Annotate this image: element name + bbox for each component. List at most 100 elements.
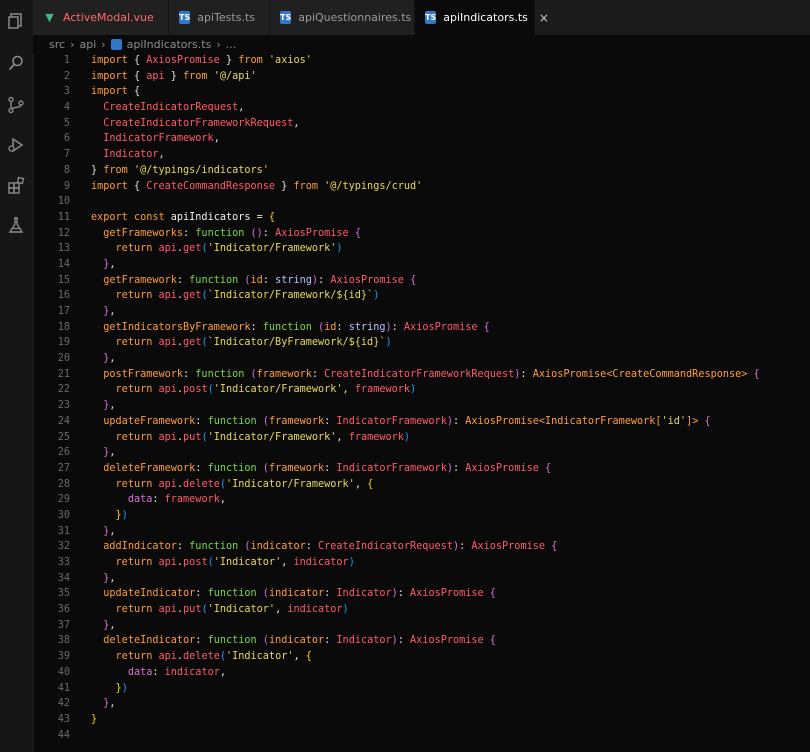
code-line[interactable]: 37 }, xyxy=(33,618,810,634)
code-token: , xyxy=(219,494,226,506)
code-token: get xyxy=(183,337,202,349)
code-line[interactable]: 14 }, xyxy=(33,257,810,273)
code-line[interactable]: 28 return api.delete('Indicator/Framewor… xyxy=(33,477,810,493)
run-debug-icon[interactable] xyxy=(5,134,27,156)
code-line[interactable]: 39 return api.delete('Indicator', { xyxy=(33,649,810,665)
code-token: '@/typings/indicators' xyxy=(133,164,269,176)
code-line[interactable]: 13 return api.get('Indicator/Framework') xyxy=(33,241,810,257)
files-icon[interactable] xyxy=(5,10,27,32)
code-line[interactable]: 8} from '@/typings/indicators' xyxy=(33,163,810,179)
line-number: 42 xyxy=(57,698,70,710)
code-token: ) xyxy=(348,557,355,568)
breadcrumb-item-symbols[interactable]: ... xyxy=(226,38,237,51)
code-line[interactable]: 40 data: indicator, xyxy=(33,665,810,681)
code-line[interactable]: 7 Indicator, xyxy=(33,147,810,163)
source-control-icon[interactable] xyxy=(5,94,27,116)
code-editor[interactable]: 1 import { AxiosPromise } from 'axios' 2 im… xyxy=(33,53,810,752)
code-token: AxiosPromise xyxy=(146,55,220,66)
code-token: ]> xyxy=(686,415,699,427)
code-line[interactable]: 16 return api.get(`Indicator/Framework/$… xyxy=(33,288,810,304)
code-token: id xyxy=(324,321,337,333)
code-line[interactable]: 1 import { AxiosPromise } from 'axios' xyxy=(33,53,810,69)
tab-apiindicators-ts[interactable]: TS apiIndicators.ts × xyxy=(415,0,549,35)
code-text: }, xyxy=(70,304,115,320)
code-line[interactable]: 44 xyxy=(33,728,810,744)
code-token: framework xyxy=(348,431,404,443)
code-line[interactable]: 31 }, xyxy=(33,524,810,540)
code-text: postFramework: function (framework: Crea… xyxy=(70,367,759,383)
code-token: } xyxy=(219,55,239,66)
code-line[interactable]: 3 import { xyxy=(33,84,810,100)
code-line[interactable]: 6 IndicatorFramework, xyxy=(33,131,810,147)
code-line[interactable]: 36 return api.put('Indicator', indicator… xyxy=(33,602,810,618)
code-text: deleteIndicator: function (indicator: In… xyxy=(70,633,496,649)
search-icon[interactable] xyxy=(5,52,27,74)
code-token: delete xyxy=(183,651,220,663)
code-token: , xyxy=(342,384,355,396)
chevron-right-icon: › xyxy=(70,37,75,51)
code-line[interactable]: 11 export const apiIndicators = { xyxy=(33,210,810,226)
code-line[interactable]: 35 updateIndicator: function (indicator:… xyxy=(33,586,810,602)
code-token: apiIndicators xyxy=(170,211,251,223)
code-text: return api.put('Indicator/Framework', fr… xyxy=(70,430,410,446)
code-line[interactable]: 9 import { CreateCommandResponse } from '… xyxy=(33,179,810,195)
code-token: const xyxy=(133,211,165,223)
code-line[interactable]: 41 }) xyxy=(33,681,810,697)
code-line[interactable]: 4 CreateIndicatorRequest, xyxy=(33,100,810,116)
code-token: framework xyxy=(268,462,325,474)
code-line[interactable]: 21 postFramework: function (framework: C… xyxy=(33,367,810,383)
code-token: , xyxy=(109,525,116,537)
code-token: } xyxy=(164,70,184,82)
code-text: data: indicator, xyxy=(70,665,226,681)
code-token: : xyxy=(305,541,319,553)
breadcrumb-item-file[interactable]: apiIndicators.ts xyxy=(127,38,212,51)
code-line[interactable]: 29 data: framework, xyxy=(33,492,810,508)
code-line[interactable]: 33 return api.post('Indicator', indicato… xyxy=(33,555,810,571)
code-line[interactable]: 38 deleteIndicator: function (indicator:… xyxy=(33,633,810,649)
code-line[interactable]: 17 }, xyxy=(33,304,810,320)
code-line[interactable]: 20 }, xyxy=(33,351,810,367)
tab-label: apiIndicators.ts xyxy=(443,11,528,24)
code-token: : xyxy=(336,321,349,333)
code-line[interactable]: 34 }, xyxy=(33,571,810,587)
code-line[interactable]: 10 xyxy=(33,194,810,210)
code-token: 'Indicator/Framework' xyxy=(207,431,337,443)
code-line[interactable]: 43} xyxy=(33,712,810,728)
code-line[interactable]: 19 return api.get(`Indicator/ByFramework… xyxy=(33,335,810,351)
code-token: IndicatorFramework xyxy=(336,415,447,427)
code-line[interactable]: 42 }, xyxy=(33,696,810,712)
code-text: return api.get('Indicator/Framework') xyxy=(70,241,343,257)
code-line[interactable]: 22 return api.post('Indicator/Framework'… xyxy=(33,382,810,398)
editor-tab-bar: ▼ ActiveModal.vue TS apiTests.ts TS apiQ… xyxy=(33,0,810,35)
tab-label: apiTests.ts xyxy=(197,11,255,24)
tab-apitests-ts[interactable]: TS apiTests.ts xyxy=(169,0,270,35)
breadcrumb-item-api[interactable]: api xyxy=(79,38,96,51)
testing-icon[interactable] xyxy=(5,214,27,236)
code-token: , xyxy=(213,133,220,145)
extensions-icon[interactable] xyxy=(5,174,27,196)
code-line[interactable]: 30 }) xyxy=(33,508,810,524)
code-token: function xyxy=(189,274,239,286)
code-token: function xyxy=(195,368,245,380)
tab-activemodal-vue[interactable]: ▼ ActiveModal.vue xyxy=(33,0,169,35)
code-line[interactable]: 18 getIndicatorsByFramework: function (i… xyxy=(33,320,810,336)
breadcrumb-item-src[interactable]: src xyxy=(49,38,65,51)
tab-apiquestionnaires-ts[interactable]: TS apiQuestionnaires.ts xyxy=(270,0,415,35)
close-icon[interactable]: × xyxy=(539,11,549,25)
code-line[interactable]: 32 addIndicator: function (indicator: Cr… xyxy=(33,539,810,555)
code-line[interactable]: 27 deleteFramework: function (framework:… xyxy=(33,461,810,477)
code-line[interactable]: 12 getFrameworks: function (): AxiosProm… xyxy=(33,226,810,242)
code-token: { xyxy=(489,635,496,647)
code-line[interactable]: 2 import { api } from '@/api' xyxy=(33,69,810,85)
code-line[interactable]: 23 }, xyxy=(33,398,810,414)
code-line[interactable]: 26 }, xyxy=(33,445,810,461)
code-token: framework xyxy=(164,494,220,506)
code-line[interactable]: 24 updateFramework: function (framework:… xyxy=(33,414,810,430)
code-token: string xyxy=(348,321,386,333)
code-line[interactable]: 15 getFramework: function (id: string): … xyxy=(33,273,810,289)
code-line[interactable]: 5 CreateIndicatorFrameworkRequest, xyxy=(33,116,810,132)
code-line[interactable]: 25 return api.put('Indicator/Framework',… xyxy=(33,430,810,446)
